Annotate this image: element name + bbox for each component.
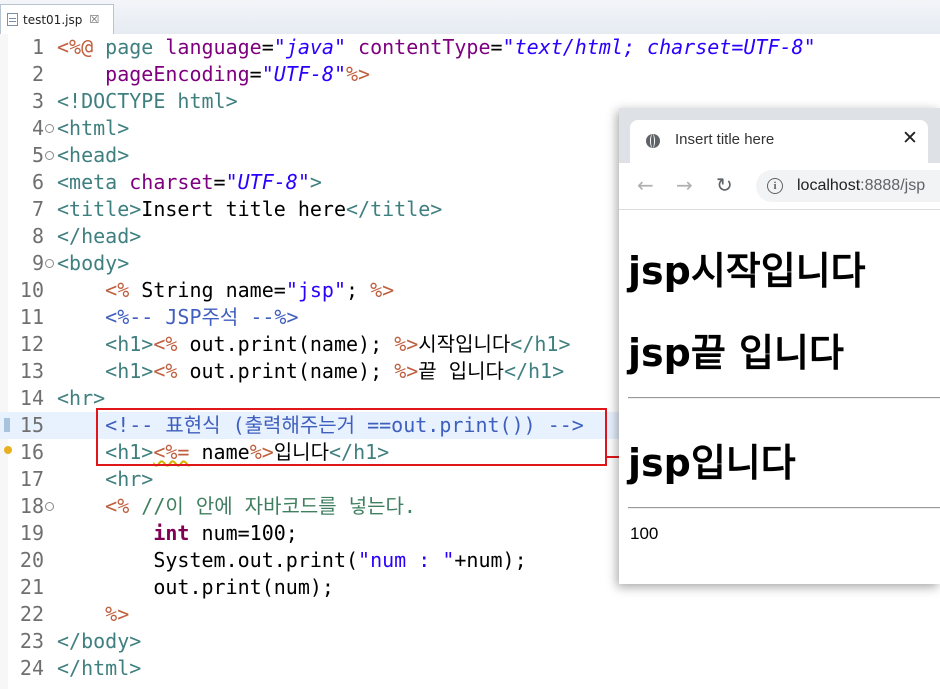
browser-tab[interactable]: Insert title here ✕: [630, 120, 928, 163]
annotation-highlight-box: [96, 408, 607, 466]
code-text: System.out.print("num : "+num);: [153, 548, 527, 572]
browser-titlebar: Insert title here ✕: [619, 108, 940, 163]
line-number: 2: [31, 62, 44, 86]
code-text: <h1><% out.print(name); %>시작입니다</h1>: [105, 332, 571, 356]
code-text: <html>: [57, 116, 130, 140]
line-number: 23: [19, 629, 44, 653]
address-bar[interactable]: i localhost:8888/jsp: [756, 170, 940, 202]
info-icon[interactable]: i: [767, 178, 783, 194]
code-text: <%-- JSP주석 --%>: [105, 305, 299, 329]
line-number: 10: [19, 278, 44, 302]
code-line: 23 </body>: [0, 628, 940, 655]
code-text: <h1><% out.print(name); %>끝 입니다</h1>: [105, 359, 565, 383]
code-text: </html>: [57, 656, 142, 680]
output-number: 100: [630, 524, 659, 543]
code-text: <% //이 안에 자바코드를 넣는다.: [105, 494, 416, 518]
fold-toggle-icon[interactable]: [45, 124, 54, 133]
url-host: localhost: [797, 177, 861, 194]
page-heading-3: jsp입니다: [628, 441, 796, 485]
code-text: <title>Insert title here</title>: [57, 197, 443, 221]
code-text: <hr>: [105, 467, 154, 491]
code-text: int num=100;: [153, 521, 298, 545]
code-text: <body>: [57, 251, 130, 275]
line-number: 4: [31, 116, 44, 140]
fold-toggle-icon[interactable]: [45, 151, 54, 160]
close-tab-icon[interactable]: ✕: [902, 127, 918, 149]
code-line: 24 </html>: [0, 655, 940, 682]
editor-tab-test01-jsp[interactable]: test01.jsp ☒: [0, 4, 114, 34]
code-text: <% String name="jsp"; %>: [105, 278, 395, 302]
browser-tab-title: Insert title here: [675, 131, 775, 148]
code-line: 22 %>: [0, 601, 940, 628]
page-heading-2: jsp끝 입니다: [628, 331, 844, 375]
forward-arrow-icon[interactable]: →: [676, 173, 693, 197]
line-number: 8: [31, 224, 44, 248]
fold-toggle-icon[interactable]: [45, 502, 54, 511]
code-line: 2 pageEncoding="UTF-8"%>: [0, 61, 940, 88]
line-number: 11: [19, 305, 44, 329]
line-number: 18: [19, 494, 44, 518]
code-text: <!DOCTYPE html>: [57, 89, 238, 113]
url-text: localhost:8888/jsp: [797, 177, 925, 195]
browser-toolbar: ← → ↻ i localhost:8888/jsp: [619, 163, 940, 210]
fold-toggle-icon[interactable]: [45, 259, 54, 268]
editor-tab-bar: test01.jsp ☒: [0, 0, 940, 35]
page-heading-1: jsp시작입니다: [628, 249, 866, 293]
line-number: 17: [19, 467, 44, 491]
code-text: <%@ page language="java" contentType="te…: [57, 35, 816, 59]
back-arrow-icon[interactable]: ←: [637, 173, 654, 197]
line-number: 15: [19, 413, 44, 437]
line-number: 16: [19, 440, 44, 464]
code-text: %>: [105, 602, 130, 626]
code-text: <head>: [57, 143, 130, 167]
line-number: 19: [19, 521, 44, 545]
line-number: 20: [19, 548, 44, 572]
line-number: 6: [31, 170, 44, 194]
line-number: 9: [31, 251, 44, 275]
code-text: pageEncoding="UTF-8"%>: [105, 62, 371, 86]
code-line: 1 <%@ page language="java" contentType="…: [0, 34, 940, 61]
page-content: jsp시작입니다 jsp끝 입니다 jsp입니다 100: [619, 210, 940, 584]
editor-tab-label: test01.jsp: [23, 12, 83, 27]
line-number: 14: [19, 386, 44, 410]
globe-icon: [646, 134, 660, 148]
line-number: 5: [31, 143, 44, 167]
close-tab-icon[interactable]: ☒: [89, 13, 99, 26]
line-number: 13: [19, 359, 44, 383]
line-number: 22: [19, 602, 44, 626]
line-number: 1: [31, 35, 44, 59]
line-number: 12: [19, 332, 44, 356]
code-text: out.print(num);: [153, 575, 334, 599]
code-text: </body>: [57, 629, 142, 653]
horizontal-rule: [628, 397, 940, 399]
browser-window: Insert title here ✕ ← → ↻ i localhost:88…: [619, 108, 940, 584]
horizontal-rule: [628, 507, 940, 509]
code-text: </head>: [57, 224, 142, 248]
code-text: <meta charset="UTF-8">: [57, 170, 322, 194]
url-path: :8888/jsp: [860, 177, 926, 194]
line-number: 24: [19, 656, 44, 680]
jsp-file-icon: [7, 13, 18, 26]
reload-icon[interactable]: ↻: [716, 173, 733, 197]
line-number: 21: [19, 575, 44, 599]
line-number: 7: [31, 197, 44, 221]
line-number: 3: [31, 89, 44, 113]
